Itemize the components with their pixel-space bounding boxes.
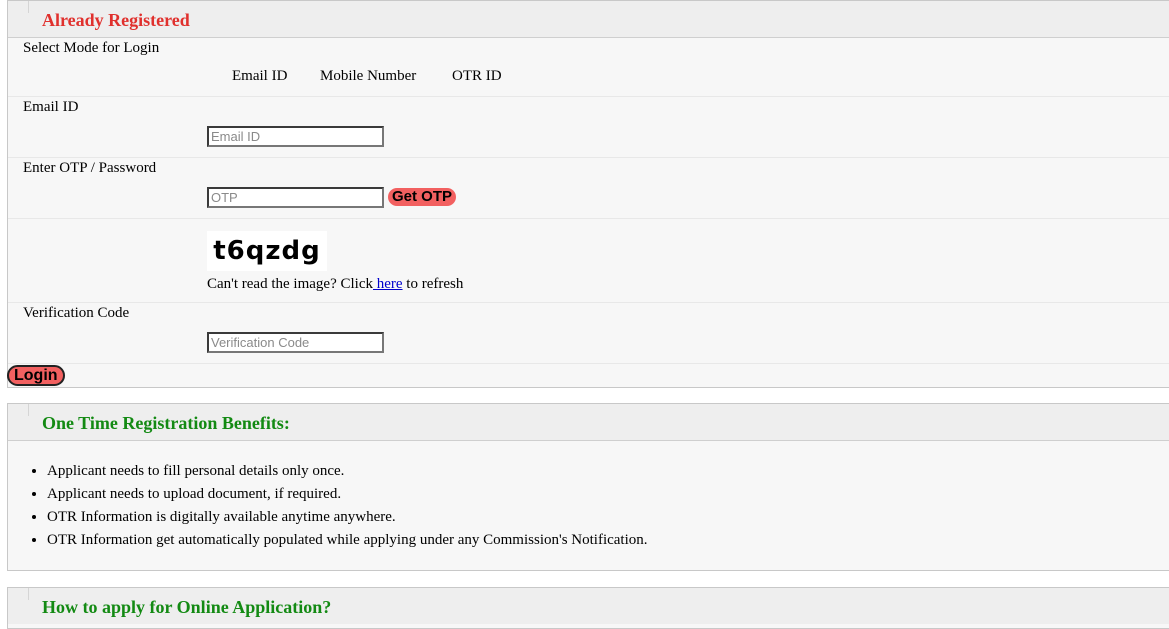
benefit-item: Applicant needs to fill personal details… [47, 460, 648, 483]
otp-row: Enter OTP / Password Get OTP [8, 158, 1169, 219]
header-notch [28, 1, 29, 13]
login-button[interactable]: Login [7, 365, 65, 386]
mode-option-email[interactable]: Email ID [232, 68, 287, 85]
benefit-item: Applicant needs to upload document, if r… [47, 483, 648, 506]
captcha-row [8, 219, 1169, 303]
verification-row: Verification Code [8, 303, 1169, 364]
login-panel: Already Registered Select Mode for Login… [7, 0, 1169, 388]
verification-code-input[interactable] [207, 332, 384, 353]
otp-input[interactable] [207, 187, 384, 208]
benefits-section-title: One Time Registration Benefits: [42, 413, 290, 433]
login-section-title: Already Registered [42, 10, 190, 30]
mode-option-otr[interactable]: OTR ID [452, 68, 502, 85]
email-row: Email ID [8, 97, 1169, 158]
header-notch [28, 588, 29, 600]
refresh-suffix: to refresh [402, 276, 464, 292]
header-notch [28, 404, 29, 416]
howto-panel: How to apply for Online Application? [7, 587, 1169, 629]
benefit-item: OTR Information is digitally available a… [47, 506, 648, 529]
verification-label: Verification Code [23, 305, 130, 321]
benefit-item: OTR Information get automatically popula… [47, 529, 648, 552]
howto-panel-header: How to apply for Online Application? [8, 588, 1169, 624]
benefits-list: Applicant needs to fill personal details… [8, 460, 648, 552]
select-mode-label: Select Mode for Login [23, 40, 160, 56]
benefits-panel-header: One Time Registration Benefits: [8, 404, 1169, 441]
get-otp-button[interactable]: Get OTP [388, 188, 457, 206]
refresh-captcha-link[interactable]: here [373, 276, 403, 292]
captcha-image: t6qzdg [207, 231, 327, 271]
refresh-prefix: Can't read the image? Click [207, 276, 373, 292]
email-label: Email ID [23, 99, 79, 115]
login-mode-row: Select Mode for Login [8, 38, 1169, 97]
howto-section-title: How to apply for Online Application? [42, 597, 332, 617]
login-panel-header: Already Registered [8, 1, 1169, 38]
otp-label: Enter OTP / Password [23, 160, 157, 176]
mode-option-mobile[interactable]: Mobile Number [320, 68, 416, 85]
captcha-refresh-text: Can't read the image? Click here to refr… [207, 276, 463, 293]
email-input[interactable] [207, 126, 384, 147]
benefits-panel: One Time Registration Benefits: Applican… [7, 403, 1169, 571]
